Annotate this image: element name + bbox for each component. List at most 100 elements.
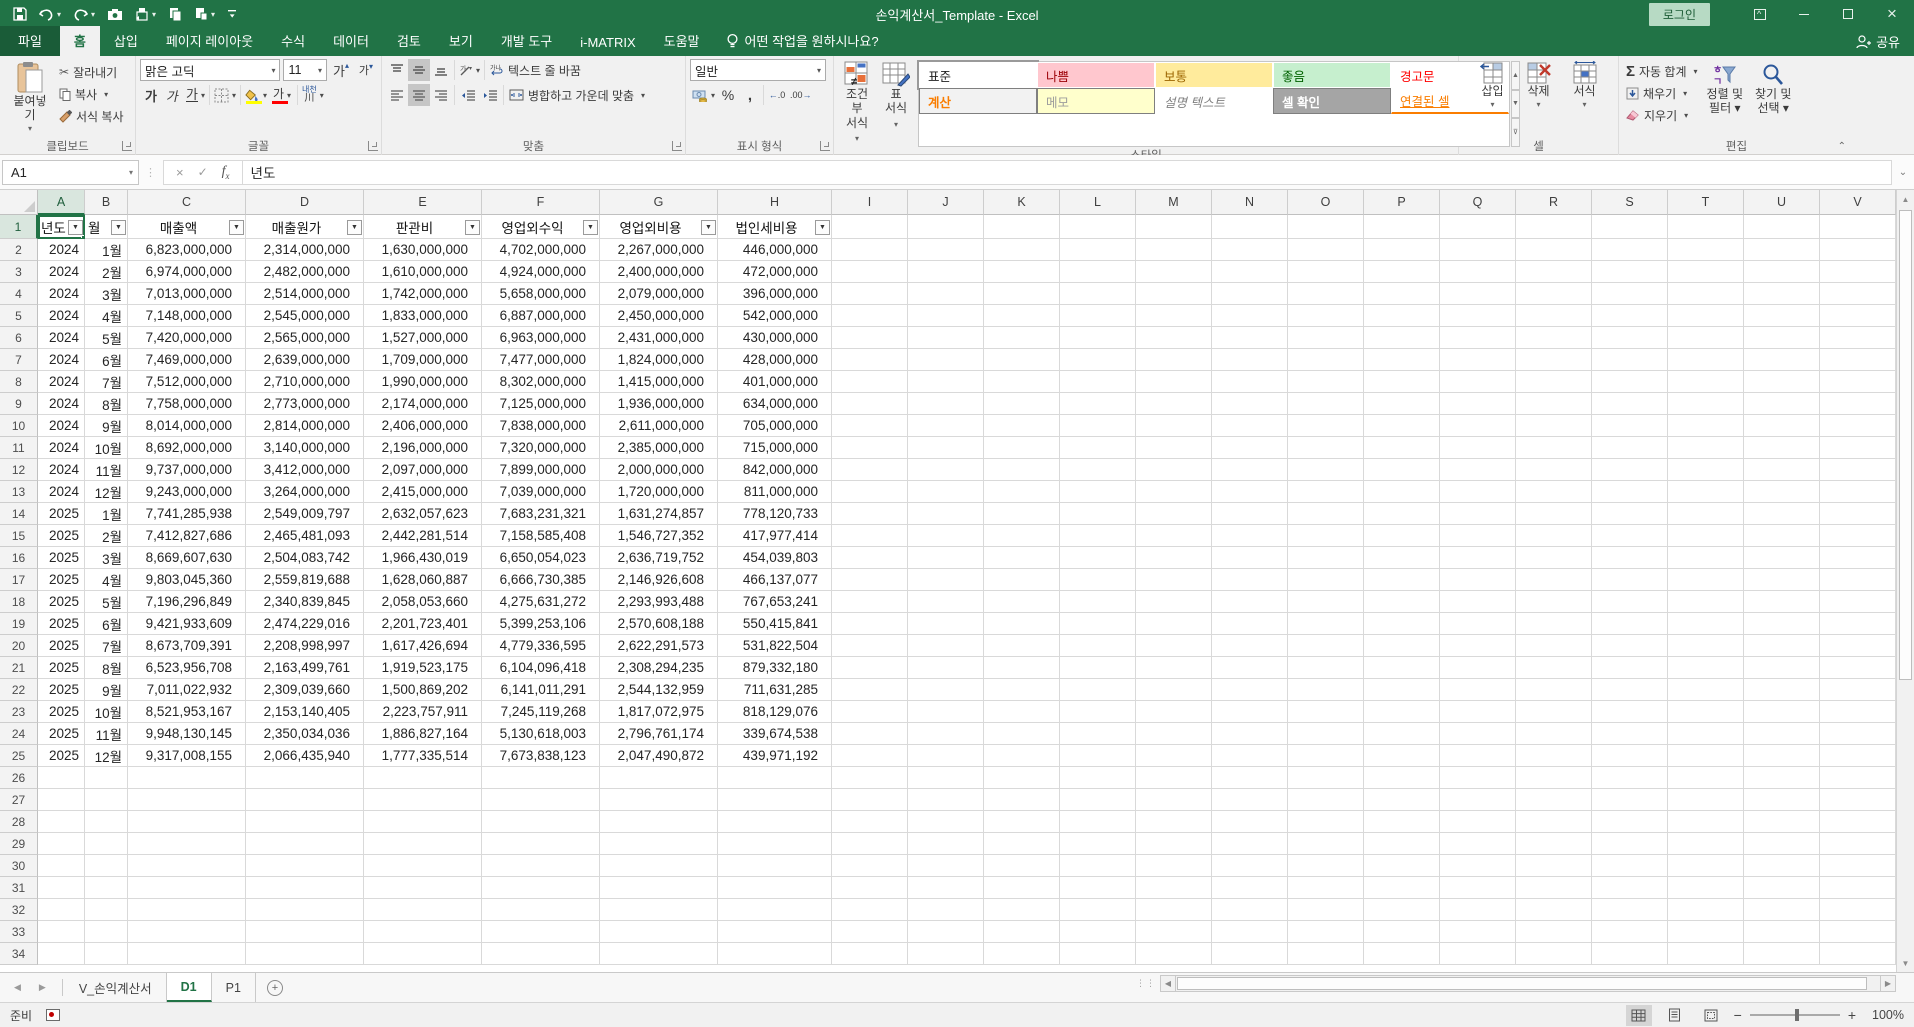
cell-J10[interactable]: [908, 415, 984, 437]
number-dialog-launcher[interactable]: [820, 141, 830, 151]
cell-V26[interactable]: [1820, 767, 1896, 789]
cell-V2[interactable]: [1820, 239, 1896, 261]
cell-G33[interactable]: [600, 921, 718, 943]
cell-K18[interactable]: [984, 591, 1060, 613]
cell-L19[interactable]: [1060, 613, 1136, 635]
zoom-slider[interactable]: [1750, 1014, 1840, 1016]
cell-D12[interactable]: 3,412,000,000: [246, 459, 364, 481]
cell-S33[interactable]: [1592, 921, 1668, 943]
cell-Q3[interactable]: [1440, 261, 1516, 283]
cell-T34[interactable]: [1668, 943, 1744, 965]
cell-G20[interactable]: 2,622,291,573: [600, 635, 718, 657]
cell-J15[interactable]: [908, 525, 984, 547]
cell-P34[interactable]: [1364, 943, 1440, 965]
cell-O25[interactable]: [1288, 745, 1364, 767]
cell-E19[interactable]: 2,201,723,401: [364, 613, 482, 635]
cell-O30[interactable]: [1288, 855, 1364, 877]
cell-S23[interactable]: [1592, 701, 1668, 723]
row-header-31[interactable]: 31: [0, 877, 38, 899]
cell-L32[interactable]: [1060, 899, 1136, 921]
cell-H25[interactable]: 439,971,192: [718, 745, 832, 767]
cell-F19[interactable]: 5,399,253,106: [482, 613, 600, 635]
increase-decimal-button[interactable]: ←.0: [766, 84, 788, 106]
cell-Q5[interactable]: [1440, 305, 1516, 327]
cell-E25[interactable]: 1,777,335,514: [364, 745, 482, 767]
column-header-C[interactable]: C: [128, 190, 246, 215]
cell-T11[interactable]: [1668, 437, 1744, 459]
cell-I29[interactable]: [832, 833, 908, 855]
bold-button[interactable]: 가: [140, 84, 162, 106]
font-size-combo[interactable]: 11▾: [283, 59, 327, 81]
cell-J16[interactable]: [908, 547, 984, 569]
cell-G23[interactable]: 1,817,072,975: [600, 701, 718, 723]
ribbon-tab-i-MATRIX[interactable]: i-MATRIX: [566, 30, 649, 56]
cell-P14[interactable]: [1364, 503, 1440, 525]
cell-N23[interactable]: [1212, 701, 1288, 723]
cell-D32[interactable]: [246, 899, 364, 921]
cell-J25[interactable]: [908, 745, 984, 767]
cell-B33[interactable]: [85, 921, 128, 943]
cell-M24[interactable]: [1136, 723, 1212, 745]
sheet-nav-right-icon[interactable]: ▶: [39, 982, 46, 993]
column-header-P[interactable]: P: [1364, 190, 1440, 215]
cell-U27[interactable]: [1744, 789, 1820, 811]
column-header-I[interactable]: I: [832, 190, 908, 215]
cell-F9[interactable]: 7,125,000,000: [482, 393, 600, 415]
paste-values-button[interactable]: ▾: [130, 2, 161, 26]
cell-M22[interactable]: [1136, 679, 1212, 701]
cell-V11[interactable]: [1820, 437, 1896, 459]
cell-Q32[interactable]: [1440, 899, 1516, 921]
vertical-scroll-thumb[interactable]: [1899, 210, 1912, 680]
cell-I23[interactable]: [832, 701, 908, 723]
cell-D15[interactable]: 2,465,481,093: [246, 525, 364, 547]
cell-F32[interactable]: [482, 899, 600, 921]
row-header-5[interactable]: 5: [0, 305, 38, 327]
insert-cells-button[interactable]: 삽입▾: [1474, 59, 1512, 136]
enter-formula-icon[interactable]: ✓: [198, 165, 208, 179]
cell-P28[interactable]: [1364, 811, 1440, 833]
cell-R34[interactable]: [1516, 943, 1592, 965]
cell-B15[interactable]: 2월: [85, 525, 128, 547]
scroll-left-icon[interactable]: ◀: [1160, 975, 1176, 992]
normal-view-button[interactable]: [1626, 1005, 1652, 1026]
cell-R26[interactable]: [1516, 767, 1592, 789]
cell-V4[interactable]: [1820, 283, 1896, 305]
cell-K33[interactable]: [984, 921, 1060, 943]
sheet-tab-D1[interactable]: D1: [167, 973, 212, 1002]
qat-customize-button[interactable]: [222, 2, 242, 26]
cell-G32[interactable]: [600, 899, 718, 921]
row-header-25[interactable]: 25: [0, 745, 38, 767]
cell-B19[interactable]: 6월: [85, 613, 128, 635]
cell-L15[interactable]: [1060, 525, 1136, 547]
cell-H22[interactable]: 711,631,285: [718, 679, 832, 701]
cell-T26[interactable]: [1668, 767, 1744, 789]
cell-L2[interactable]: [1060, 239, 1136, 261]
cell-G24[interactable]: 2,796,761,174: [600, 723, 718, 745]
cell-O11[interactable]: [1288, 437, 1364, 459]
cell-O9[interactable]: [1288, 393, 1364, 415]
cell-T24[interactable]: [1668, 723, 1744, 745]
column-header-A[interactable]: A: [38, 190, 85, 215]
cell-D24[interactable]: 2,350,034,036: [246, 723, 364, 745]
cell-K7[interactable]: [984, 349, 1060, 371]
cell-B5[interactable]: 4월: [85, 305, 128, 327]
filter-dropdown-button-C[interactable]: ▼: [229, 220, 244, 235]
cell-A23[interactable]: 2025: [38, 701, 85, 723]
cell-K6[interactable]: [984, 327, 1060, 349]
cell-I10[interactable]: [832, 415, 908, 437]
cell-B18[interactable]: 5월: [85, 591, 128, 613]
cell-B17[interactable]: 4월: [85, 569, 128, 591]
cell-B2[interactable]: 1월: [85, 239, 128, 261]
cell-G27[interactable]: [600, 789, 718, 811]
cell-M11[interactable]: [1136, 437, 1212, 459]
cell-Q8[interactable]: [1440, 371, 1516, 393]
cell-J7[interactable]: [908, 349, 984, 371]
cell-T30[interactable]: [1668, 855, 1744, 877]
cell-F11[interactable]: 7,320,000,000: [482, 437, 600, 459]
cell-D29[interactable]: [246, 833, 364, 855]
cell-U12[interactable]: [1744, 459, 1820, 481]
column-header-G[interactable]: G: [600, 190, 718, 215]
cell-G6[interactable]: 2,431,000,000: [600, 327, 718, 349]
cell-S32[interactable]: [1592, 899, 1668, 921]
cell-I16[interactable]: [832, 547, 908, 569]
